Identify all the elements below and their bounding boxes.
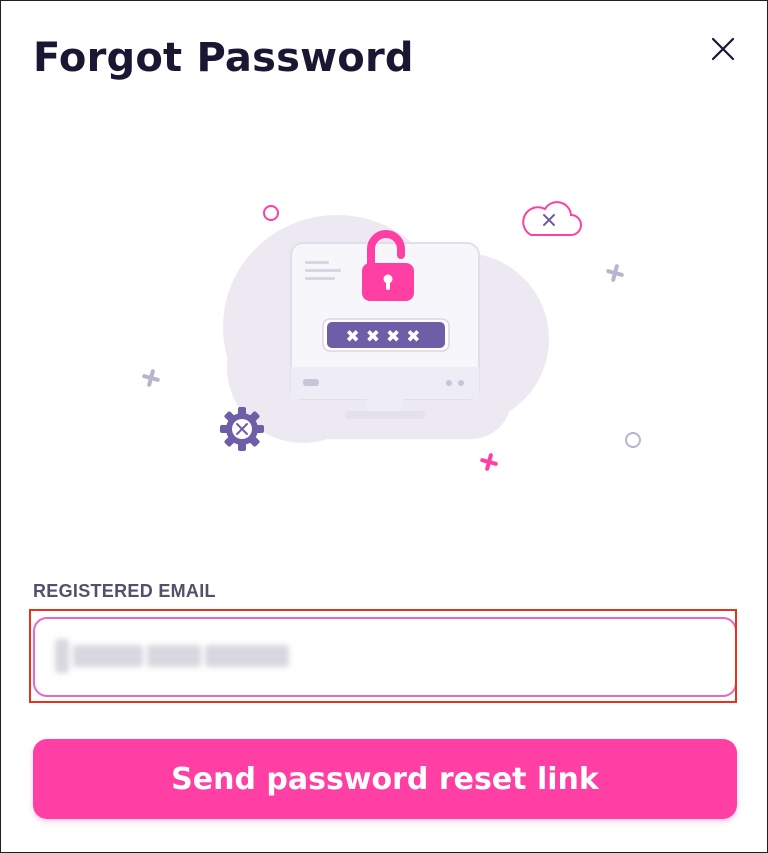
sparkle-icon xyxy=(606,264,624,282)
forgot-password-dialog: Forgot Password ✖✖✖✖ REGISTERED EMAIL Se… xyxy=(0,0,768,853)
close-icon xyxy=(711,37,735,61)
email-field-highlight xyxy=(29,609,737,703)
decor-circle-icon xyxy=(263,205,279,221)
sparkle-icon xyxy=(480,453,498,471)
gear-error-icon xyxy=(220,407,264,451)
cloud-error-icon xyxy=(522,201,582,236)
sparkle-icon xyxy=(142,369,160,387)
email-field-label: REGISTERED EMAIL xyxy=(33,581,216,601)
password-mask-text: ✖✖✖✖ xyxy=(346,327,427,347)
forgot-password-illustration: ✖✖✖✖ xyxy=(131,191,651,481)
dialog-title: Forgot Password xyxy=(33,35,414,81)
decor-circle-icon xyxy=(625,432,641,448)
close-button[interactable] xyxy=(705,31,741,67)
password-field-icon: ✖✖✖✖ xyxy=(322,318,450,352)
send-reset-link-button[interactable]: Send password reset link xyxy=(33,739,737,819)
